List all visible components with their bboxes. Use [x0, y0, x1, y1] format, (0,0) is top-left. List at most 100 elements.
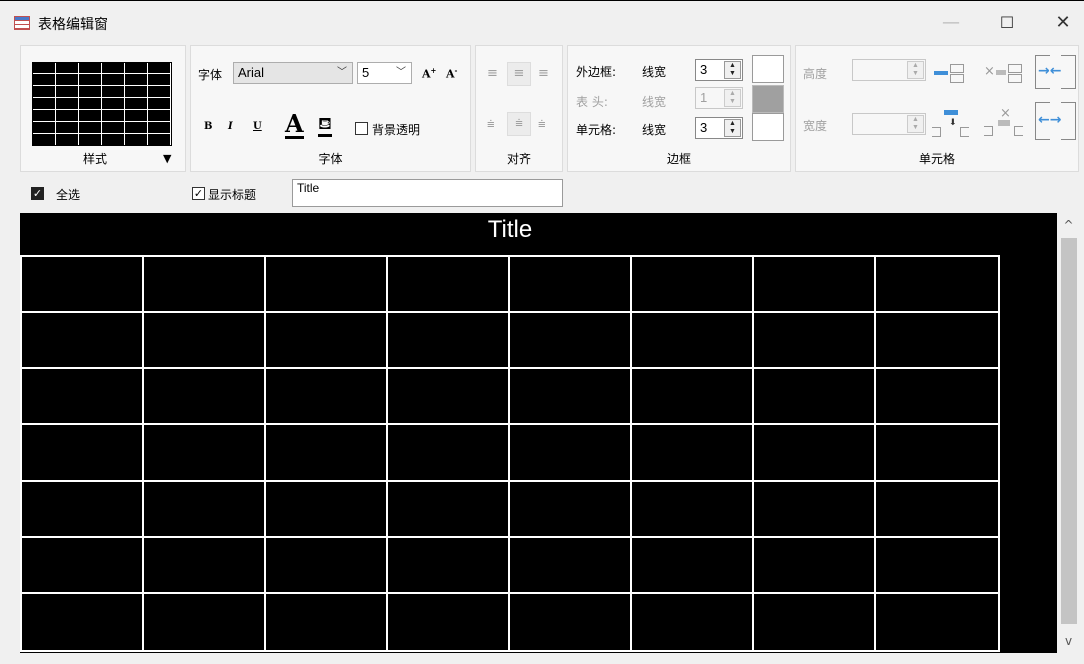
table-cell[interactable]: [266, 313, 388, 370]
table-cell[interactable]: [388, 425, 510, 482]
align-middle-icon[interactable]: ⩧: [507, 112, 531, 136]
table-cell[interactable]: [632, 313, 754, 370]
table-cell[interactable]: [388, 593, 510, 650]
spinner-arrows-icon[interactable]: ▲ ▼: [724, 119, 741, 137]
split-columns-icon[interactable]: ←→: [1035, 102, 1077, 140]
table-cell[interactable]: [876, 482, 998, 538]
scroll-up-icon[interactable]: ^: [1057, 214, 1080, 236]
table-cell[interactable]: [632, 369, 754, 426]
table-cell[interactable]: [754, 537, 876, 594]
maximize-button[interactable]: ☐: [984, 8, 1030, 38]
table-cell[interactable]: [754, 369, 876, 426]
align-top-icon[interactable]: ⩧: [487, 117, 495, 132]
font-family-select[interactable]: Arial ﹀: [233, 62, 353, 84]
table-cell[interactable]: [876, 594, 998, 650]
spinner-arrows-icon[interactable]: ▲ ▼: [907, 61, 924, 79]
table-cell[interactable]: [510, 369, 632, 426]
table-cell[interactable]: [632, 425, 754, 482]
insert-row-icon[interactable]: [934, 64, 974, 83]
italic-button[interactable]: I: [228, 121, 233, 132]
table-cell[interactable]: [876, 538, 998, 594]
minimize-button[interactable]: —: [928, 8, 974, 38]
table-cell[interactable]: [22, 369, 144, 426]
table-cell[interactable]: [266, 425, 388, 482]
table-cell[interactable]: [22, 593, 144, 650]
delete-column-icon[interactable]: ×: [984, 106, 1024, 136]
table-cell[interactable]: [22, 537, 144, 594]
table-cell[interactable]: [754, 481, 876, 538]
table-cell[interactable]: [510, 537, 632, 594]
align-left-icon[interactable]: ≡: [487, 66, 498, 81]
style-dropdown-icon[interactable]: ▼: [163, 152, 171, 165]
outer-border-color-swatch[interactable]: [752, 55, 784, 83]
merge-columns-icon[interactable]: →←: [1035, 55, 1077, 89]
header-border-color-swatch[interactable]: [752, 85, 784, 113]
table-cell[interactable]: [510, 481, 632, 538]
align-right-icon[interactable]: ≡: [538, 66, 549, 81]
table-cell[interactable]: [144, 313, 266, 370]
table-cell[interactable]: [754, 593, 876, 650]
table-title[interactable]: Title: [20, 216, 1000, 244]
table-cell[interactable]: [388, 313, 510, 370]
table-cell[interactable]: [632, 257, 754, 314]
table-cell[interactable]: [388, 481, 510, 538]
table-cell[interactable]: [754, 313, 876, 370]
spinner-arrows-icon[interactable]: ▲ ▼: [724, 89, 741, 107]
underline-button[interactable]: U: [253, 121, 262, 132]
table-cell[interactable]: [876, 369, 998, 426]
table-cell[interactable]: [754, 425, 876, 482]
cell-width-spinner[interactable]: 3 ▲ ▼: [695, 117, 743, 139]
table-cell[interactable]: [388, 369, 510, 426]
table-cell[interactable]: [632, 537, 754, 594]
select-all-checkbox[interactable]: ✓: [31, 187, 44, 200]
table-cell[interactable]: [144, 481, 266, 538]
bold-button[interactable]: B: [204, 121, 212, 132]
bg-transparent-checkbox[interactable]: [355, 122, 368, 135]
decrease-font-size-icon[interactable]: A-: [446, 66, 457, 81]
increase-font-size-icon[interactable]: A+: [422, 66, 436, 81]
delete-row-icon[interactable]: ×: [984, 64, 1024, 83]
table-cell[interactable]: [22, 481, 144, 538]
insert-column-icon[interactable]: ⬇: [932, 110, 972, 137]
header-width-spinner[interactable]: 1 ▲ ▼: [695, 87, 743, 109]
table-cell[interactable]: [144, 369, 266, 426]
table-cell[interactable]: [876, 425, 998, 482]
table-cell[interactable]: [266, 481, 388, 538]
font-size-select[interactable]: 5 ﹀: [357, 62, 412, 84]
align-center-icon[interactable]: ≡: [507, 62, 531, 86]
align-bottom-icon[interactable]: ⩧: [538, 117, 546, 132]
spinner-arrows-icon[interactable]: ▲ ▼: [724, 61, 741, 79]
width-spinner[interactable]: ▲ ▼: [852, 113, 926, 135]
table-cell[interactable]: [876, 257, 998, 314]
table-cell[interactable]: [266, 537, 388, 594]
table-cell[interactable]: [388, 537, 510, 594]
table-cell[interactable]: [144, 425, 266, 482]
table-cell[interactable]: [144, 257, 266, 314]
table-cell[interactable]: [22, 313, 144, 370]
table-cell[interactable]: [876, 313, 998, 370]
font-color-button[interactable]: A: [285, 112, 304, 139]
table-style-preview[interactable]: [32, 62, 172, 146]
table-cell[interactable]: [632, 481, 754, 538]
cell-border-color-swatch[interactable]: [752, 113, 784, 141]
table-cell[interactable]: [632, 593, 754, 650]
table-cell[interactable]: [266, 257, 388, 314]
table-cell[interactable]: [266, 593, 388, 650]
close-button[interactable]: ✕: [1040, 8, 1084, 38]
table-cell[interactable]: [510, 425, 632, 482]
table-cell[interactable]: [754, 257, 876, 314]
table-cell[interactable]: [510, 313, 632, 370]
fill-color-icon[interactable]: ⛾: [318, 114, 332, 137]
table-cell[interactable]: [144, 593, 266, 650]
table-cell[interactable]: [510, 593, 632, 650]
table-cell[interactable]: [144, 537, 266, 594]
table-cell[interactable]: [388, 257, 510, 314]
scroll-down-icon[interactable]: v: [1057, 630, 1080, 652]
table-cell[interactable]: [22, 257, 144, 314]
table-cell[interactable]: [22, 425, 144, 482]
table-grid[interactable]: [20, 255, 1000, 652]
spinner-arrows-icon[interactable]: ▲ ▼: [907, 115, 924, 133]
scrollbar-thumb[interactable]: [1061, 238, 1077, 624]
show-title-checkbox[interactable]: ✓: [192, 187, 205, 200]
table-cell[interactable]: [266, 369, 388, 426]
